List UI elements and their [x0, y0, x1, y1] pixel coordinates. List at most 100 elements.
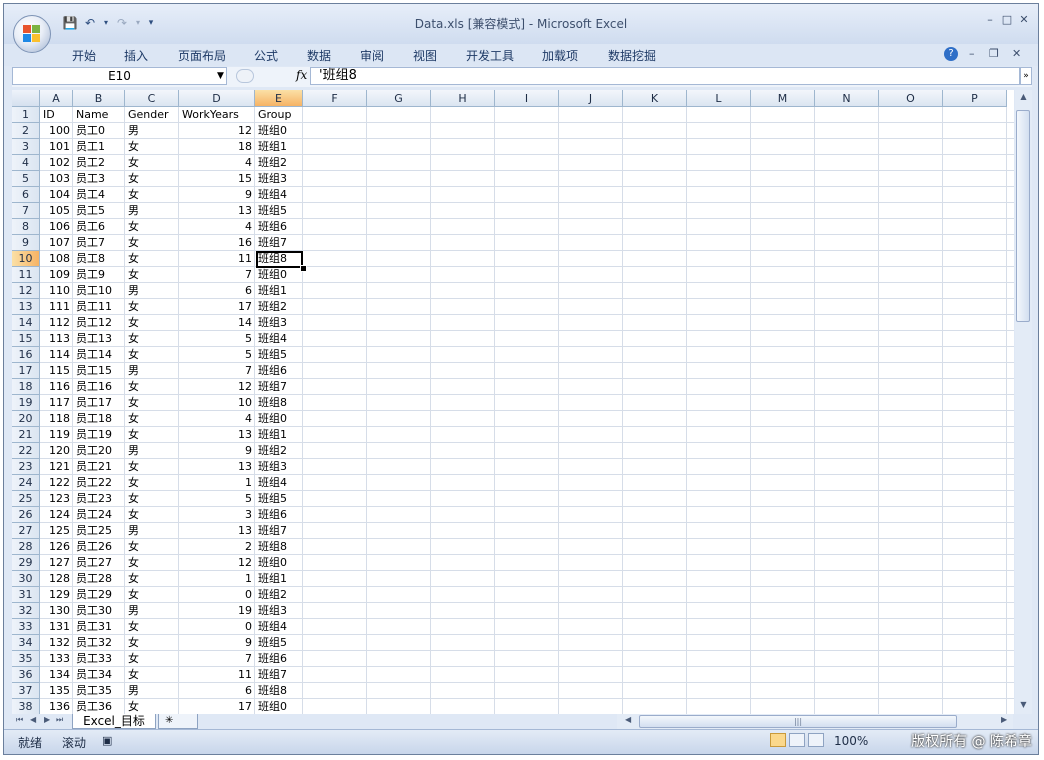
table-cell[interactable]: 116 — [40, 379, 73, 395]
table-cell[interactable]: 员工3 — [73, 171, 125, 187]
row-header[interactable]: 34 — [12, 635, 40, 651]
table-cell[interactable]: 员工8 — [73, 251, 125, 267]
table-cell[interactable]: 13 — [179, 427, 255, 443]
table-cell[interactable]: 男 — [125, 283, 179, 299]
table-cell[interactable]: 员工29 — [73, 587, 125, 603]
table-cell[interactable]: 员工18 — [73, 411, 125, 427]
table-cell[interactable]: 女 — [125, 315, 179, 331]
table-cell[interactable]: 男 — [125, 363, 179, 379]
table-cell[interactable]: 118 — [40, 411, 73, 427]
name-box[interactable]: E10 — [12, 67, 227, 85]
table-cell[interactable]: 班组5 — [255, 491, 303, 507]
table-cell[interactable]: 员工7 — [73, 235, 125, 251]
row-header[interactable]: 1 — [12, 107, 40, 123]
table-cell[interactable]: 女 — [125, 155, 179, 171]
table-cell[interactable]: 员工35 — [73, 683, 125, 699]
table-cell[interactable]: 员工30 — [73, 603, 125, 619]
table-cell[interactable]: 员工25 — [73, 523, 125, 539]
ribbon-tab[interactable]: 数据挖掘 — [608, 47, 656, 64]
ribbon-tab[interactable]: 插入 — [124, 47, 148, 64]
table-cell[interactable]: 16 — [179, 235, 255, 251]
scroll-right-icon[interactable]: ▶ — [1001, 715, 1007, 724]
row-header[interactable]: 29 — [12, 555, 40, 571]
ribbon-tab[interactable]: 公式 — [254, 47, 278, 64]
table-cell[interactable]: 女 — [125, 667, 179, 683]
row-header[interactable]: 2 — [12, 123, 40, 139]
table-cell[interactable]: 员工23 — [73, 491, 125, 507]
row-header[interactable]: 8 — [12, 219, 40, 235]
row-header[interactable]: 26 — [12, 507, 40, 523]
table-cell[interactable]: 女 — [125, 299, 179, 315]
table-cell[interactable]: 员工34 — [73, 667, 125, 683]
table-cell[interactable]: 员工24 — [73, 507, 125, 523]
table-cell[interactable]: 7 — [179, 651, 255, 667]
table-cell[interactable]: 女 — [125, 267, 179, 283]
table-cell[interactable]: 1 — [179, 475, 255, 491]
column-header[interactable]: F — [303, 90, 367, 107]
row-header[interactable]: 27 — [12, 523, 40, 539]
row-header[interactable]: 35 — [12, 651, 40, 667]
row-header[interactable]: 33 — [12, 619, 40, 635]
ribbon-tab[interactable]: 视图 — [413, 47, 437, 64]
table-cell[interactable]: 女 — [125, 139, 179, 155]
table-cell[interactable]: 17 — [179, 699, 255, 714]
table-cell[interactable]: 班组0 — [255, 123, 303, 139]
table-cell[interactable]: 班组1 — [255, 283, 303, 299]
table-cell[interactable]: 112 — [40, 315, 73, 331]
table-cell[interactable]: 女 — [125, 411, 179, 427]
expand-formula-bar-icon[interactable]: » — [1020, 67, 1032, 85]
row-header[interactable]: 38 — [12, 699, 40, 714]
ribbon-tab[interactable]: 加载项 — [542, 47, 578, 64]
table-cell[interactable]: 员工14 — [73, 347, 125, 363]
zoom-level[interactable]: 100% — [834, 734, 868, 748]
table-cell[interactable]: 0 — [179, 619, 255, 635]
column-header[interactable]: I — [495, 90, 559, 107]
prev-sheet-icon[interactable]: ◀ — [30, 715, 36, 724]
table-cell[interactable]: 14 — [179, 315, 255, 331]
table-cell[interactable]: 113 — [40, 331, 73, 347]
column-header[interactable]: A — [40, 90, 73, 107]
formula-bar-splitter[interactable] — [236, 69, 254, 83]
scroll-up-icon[interactable]: ▲ — [1015, 90, 1032, 104]
table-cell[interactable]: 女 — [125, 187, 179, 203]
table-cell[interactable]: 135 — [40, 683, 73, 699]
table-cell[interactable]: 17 — [179, 299, 255, 315]
table-cell[interactable]: 男 — [125, 603, 179, 619]
save-icon[interactable]: 💾 — [62, 15, 78, 31]
table-cell[interactable]: 员工15 — [73, 363, 125, 379]
table-cell[interactable]: 班组6 — [255, 363, 303, 379]
table-cell[interactable]: 15 — [179, 171, 255, 187]
table-cell[interactable]: 班组3 — [255, 171, 303, 187]
row-header[interactable]: 32 — [12, 603, 40, 619]
table-cell[interactable]: 1 — [179, 571, 255, 587]
table-cell[interactable]: 员工13 — [73, 331, 125, 347]
table-cell[interactable]: 员工16 — [73, 379, 125, 395]
table-cell[interactable]: 员工9 — [73, 267, 125, 283]
table-cell[interactable]: 110 — [40, 283, 73, 299]
table-cell[interactable]: 男 — [125, 523, 179, 539]
table-cell[interactable]: 122 — [40, 475, 73, 491]
table-cell[interactable]: 员工10 — [73, 283, 125, 299]
table-cell[interactable]: 员工0 — [73, 123, 125, 139]
table-cell[interactable]: 班组7 — [255, 667, 303, 683]
table-cell[interactable]: 女 — [125, 539, 179, 555]
scroll-down-icon[interactable]: ▼ — [1015, 698, 1032, 712]
select-all-button[interactable] — [12, 90, 40, 107]
row-header[interactable]: 14 — [12, 315, 40, 331]
table-cell[interactable]: 班组4 — [255, 475, 303, 491]
table-cell[interactable]: 104 — [40, 187, 73, 203]
table-cell[interactable]: 105 — [40, 203, 73, 219]
row-header[interactable]: 36 — [12, 667, 40, 683]
table-cell[interactable]: 班组6 — [255, 651, 303, 667]
table-cell[interactable]: 女 — [125, 571, 179, 587]
table-cell[interactable]: 女 — [125, 699, 179, 714]
table-cell[interactable]: 6 — [179, 283, 255, 299]
table-cell[interactable]: 108 — [40, 251, 73, 267]
table-cell[interactable]: 3 — [179, 507, 255, 523]
ribbon-tab[interactable]: 页面布局 — [178, 47, 226, 64]
row-header[interactable]: 11 — [12, 267, 40, 283]
table-cell[interactable]: 11 — [179, 251, 255, 267]
scroll-left-icon[interactable]: ◀ — [625, 715, 631, 724]
workbook-minimize-icon[interactable]: – — [969, 47, 975, 60]
table-cell[interactable]: 员工36 — [73, 699, 125, 714]
